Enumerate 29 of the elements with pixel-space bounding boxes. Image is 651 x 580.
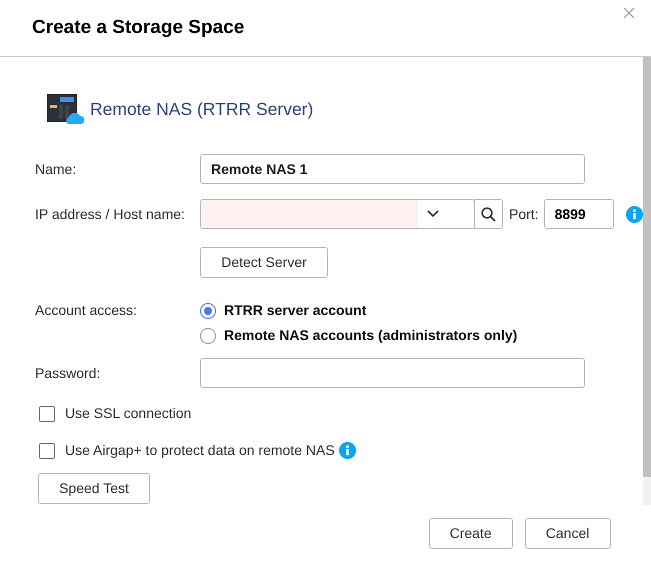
section-heading: Remote NAS (RTRR Server) [90, 98, 314, 121]
field-label: Name: [35, 160, 78, 178]
field-label: IP address / Host name: [35, 204, 186, 224]
checkbox-label[interactable]: Use Airgap+ to protect data on remote NAS [65, 440, 335, 461]
port-field[interactable]: 8899 [544, 199, 614, 229]
detect-server-button[interactable]: Detect Server [200, 247, 328, 278]
search-button[interactable] [474, 199, 503, 229]
name-field[interactable]: Remote NAS 1 [200, 154, 585, 184]
speed-test-button[interactable]: Speed Test [38, 473, 150, 504]
cancel-button[interactable]: Cancel [524, 518, 611, 549]
info-icon[interactable] [338, 442, 356, 459]
field-label: Password: [35, 364, 102, 382]
checkbox-label[interactable]: Use SSL connection [65, 403, 192, 424]
field-label: Account access: [35, 301, 138, 320]
nas-cloud-icon [46, 93, 84, 125]
field-label: Port: [509, 204, 539, 224]
host-field[interactable] [200, 199, 475, 229]
radio-option[interactable]: Remote NAS accounts (administrators only) [200, 325, 518, 346]
password-field[interactable] [200, 358, 585, 388]
checkbox[interactable] [39, 442, 55, 458]
create-button[interactable]: Create [428, 518, 513, 549]
search-icon[interactable] [481, 206, 496, 222]
dialog-title: Create a Storage Space [32, 16, 244, 40]
caret-icon[interactable] [426, 210, 438, 218]
scrollbar[interactable] [642, 57, 651, 505]
info-icon[interactable] [626, 206, 643, 222]
radio-option[interactable]: RTRR server account [200, 300, 518, 321]
checkbox[interactable] [39, 406, 55, 422]
close-icon[interactable] [623, 7, 635, 19]
